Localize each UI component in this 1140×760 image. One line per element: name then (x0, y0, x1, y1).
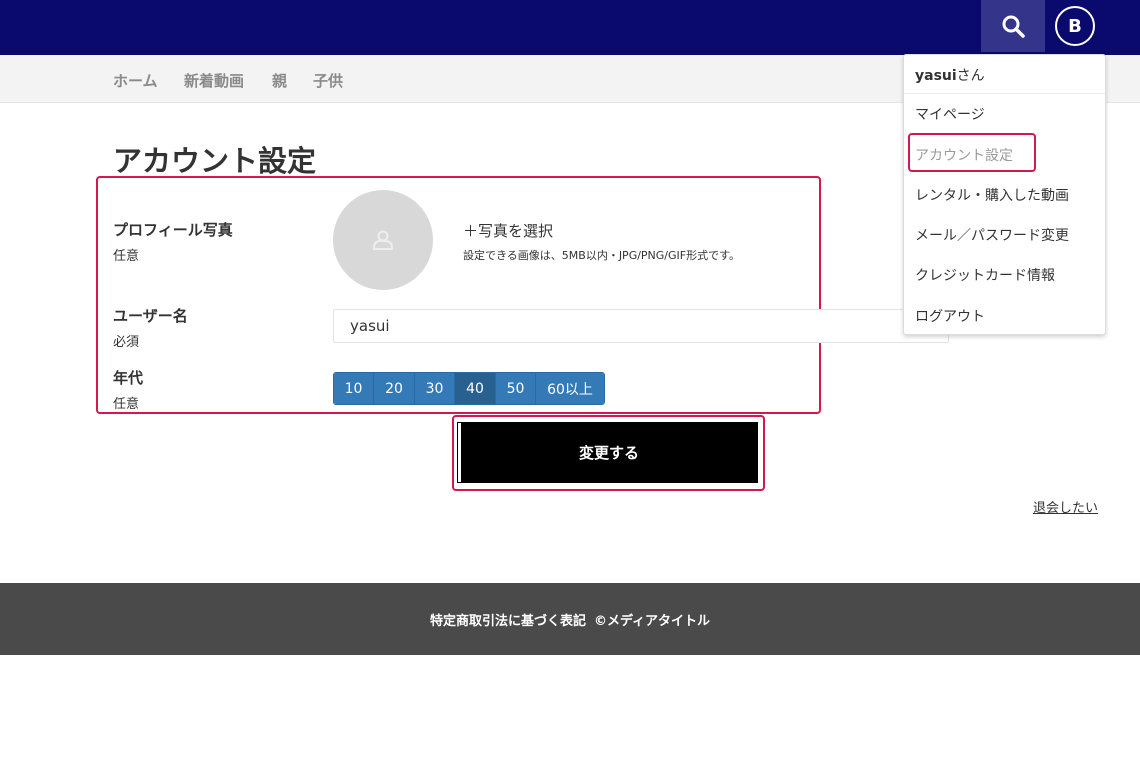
dropdown-item-credit-card[interactable]: クレジットカード情報 (915, 265, 1055, 285)
age-optional: 任意 (113, 397, 140, 412)
dropdown-username-name: yasui (915, 68, 957, 84)
dropdown-item-account-settings[interactable]: アカウント設定 (915, 145, 1013, 165)
select-photo-button[interactable]: ＋写真を選択 (463, 220, 553, 241)
age-button-group: 10 20 30 40 50 60以上 (333, 372, 605, 405)
age-label: 年代 (113, 369, 144, 387)
age-option-50[interactable]: 50 (496, 373, 536, 404)
nav-item-parent[interactable]: 親 (272, 70, 287, 91)
dropdown-item-mypage[interactable]: マイページ (915, 104, 985, 124)
user-avatar-button[interactable]: B (1055, 6, 1095, 46)
footer: 特定商取引法に基づく表記 ©メディアタイトル (0, 583, 1140, 655)
user-dropdown-menu: yasuiさん マイページ アカウント設定 レンタル・購入した動画 メール／パス… (903, 54, 1106, 335)
legal-notice-link[interactable]: 特定商取引法に基づく表記 (430, 610, 586, 629)
nav-item-new-videos[interactable]: 新着動画 (184, 70, 244, 91)
age-option-60-plus[interactable]: 60以上 (536, 373, 604, 404)
age-option-20[interactable]: 20 (374, 373, 415, 404)
nav-item-child[interactable]: 子供 (313, 70, 343, 91)
photo-format-note: 設定できる画像は、5MB以内・JPG/PNG/GIF形式です。 (463, 249, 741, 262)
profile-photo-placeholder[interactable] (333, 190, 433, 290)
username-label: ユーザー名 (113, 307, 188, 325)
username-input[interactable] (333, 309, 949, 343)
search-icon (1002, 15, 1025, 38)
copyright-text: ©メディアタイトル (593, 613, 711, 629)
page-title: アカウント設定 (113, 144, 317, 178)
dropdown-item-rentals[interactable]: レンタル・購入した動画 (915, 185, 1069, 205)
dropdown-username-suffix: さん (956, 68, 985, 84)
search-button[interactable] (981, 0, 1045, 52)
age-option-40[interactable]: 40 (455, 373, 496, 404)
dropdown-item-email-password[interactable]: メール／パスワード変更 (915, 225, 1069, 245)
submit-button[interactable]: 変更する (457, 422, 758, 483)
dropdown-item-logout[interactable]: ログアウト (915, 306, 985, 326)
user-icon (373, 230, 393, 250)
top-header: B (0, 0, 1140, 55)
age-option-30[interactable]: 30 (415, 373, 455, 404)
nav-item-home[interactable]: ホーム (113, 70, 158, 91)
dropdown-divider (904, 93, 1105, 94)
profile-photo-label: プロフィール写真 (113, 221, 233, 239)
profile-photo-optional: 任意 (113, 249, 140, 264)
age-option-10[interactable]: 10 (334, 373, 374, 404)
dropdown-username: yasuiさん (915, 65, 985, 85)
username-required: 必須 (113, 335, 140, 350)
withdraw-link[interactable]: 退会したい (1033, 497, 1098, 516)
